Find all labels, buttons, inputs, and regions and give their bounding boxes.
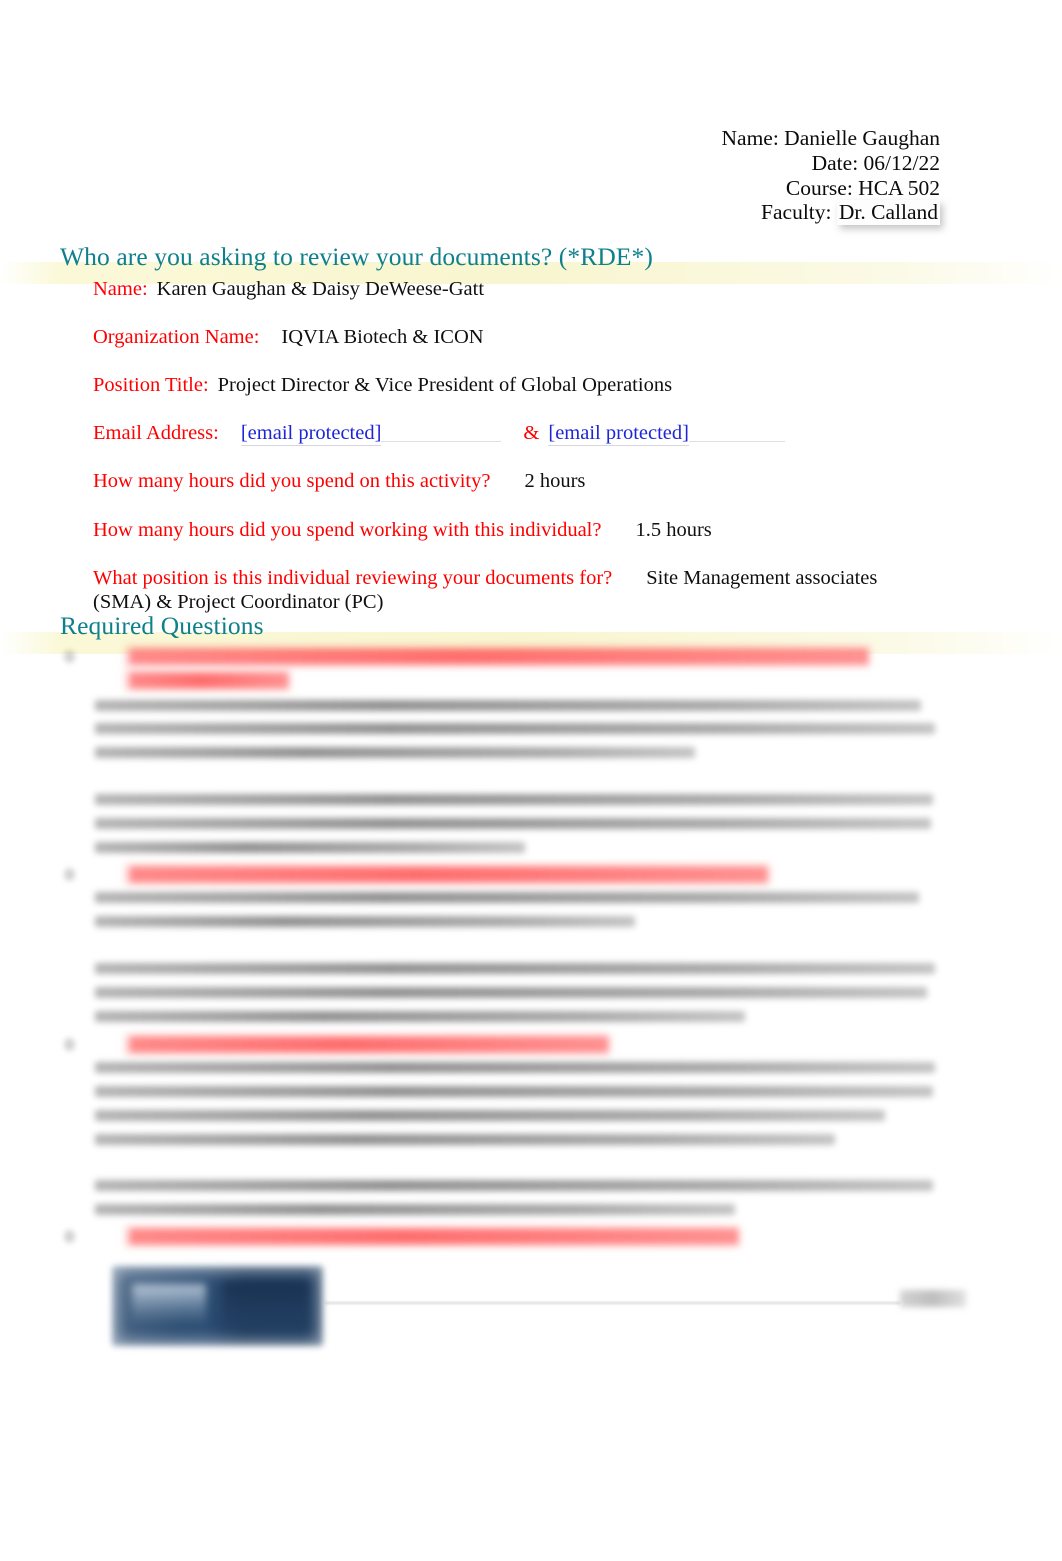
field-label-reviewing-position: What position is this individual reviewi… [93, 567, 613, 589]
answer-line [95, 916, 635, 927]
answer-line [95, 987, 927, 998]
section-heading-required: Required Questions [60, 611, 264, 640]
answer-line [95, 1086, 933, 1097]
email-link-secondary[interactable]: [email protected] [548, 422, 689, 446]
field-row-name: Name: Karen Gaughan & Daisy DeWeese-Gatt [93, 277, 484, 301]
email-conjunction: & [523, 422, 540, 444]
field-value-activity-hours: 2 hours [524, 470, 586, 492]
answer-line [95, 1110, 885, 1121]
list-marker-1 [64, 650, 75, 663]
answer-line [95, 1134, 835, 1145]
question-line-1a [130, 649, 868, 664]
answer-line [95, 723, 935, 734]
list-marker-4 [64, 1230, 75, 1243]
question-line-3 [130, 1037, 608, 1052]
section-heading-rde: Who are you asking to review your docume… [60, 242, 653, 271]
answer-line [95, 842, 525, 853]
field-value-individual-hours: 1.5 hours [635, 519, 712, 541]
logo-mark-icon [132, 1284, 206, 1326]
field-label-email: Email Address: [93, 422, 219, 444]
answer-line [95, 963, 935, 974]
field-label-name: Name: [93, 278, 148, 300]
field-value-reviewing-position: Site Management associates [646, 567, 878, 589]
answer-line [95, 747, 695, 758]
email-underline-secondary [688, 441, 785, 442]
page-number [900, 1290, 966, 1307]
document-page: Name: Danielle Gaughan Date: 06/12/22 Co… [0, 0, 1062, 1561]
field-label-individual-hours: How many hours did you spend working wit… [93, 519, 602, 541]
answer-line [95, 700, 921, 711]
answer-line [95, 794, 933, 805]
list-marker-3 [64, 1038, 75, 1051]
field-label-organization: Organization Name: [93, 326, 260, 348]
header-faculty-value: Dr. Calland [836, 200, 940, 226]
list-marker-2 [64, 868, 75, 881]
field-row-email: Email Address: [email protected] & [email p… [93, 421, 785, 446]
answer-line [95, 892, 919, 903]
question-line-2 [130, 867, 767, 882]
footer-divider [325, 1302, 900, 1304]
field-value-name: Karen Gaughan & Daisy DeWeese-Gatt [156, 278, 485, 300]
answer-line [95, 1062, 935, 1073]
institution-logo [112, 1266, 323, 1346]
email-underline-primary [381, 441, 502, 442]
field-value-position-title: Project Director & Vice President of Glo… [217, 374, 673, 396]
answer-line [95, 1180, 933, 1191]
answer-line [95, 1011, 745, 1022]
logo-wordmark [224, 1282, 308, 1330]
answer-line [95, 1204, 735, 1215]
field-value-organization: IQVIA Biotech & ICON [281, 326, 484, 348]
question-line-1b [130, 673, 288, 688]
header-date: Date: 06/12/22 [811, 150, 940, 175]
question-line-4 [130, 1229, 738, 1244]
header-faculty-label: Faculty: [761, 200, 837, 225]
field-row-activity-hours: How many hours did you spend on this act… [93, 469, 585, 493]
email-link-primary[interactable]: [email protected] [240, 422, 382, 446]
answer-line [95, 818, 931, 829]
document-header: Name: Danielle Gaughan Date: 06/12/22 Co… [721, 126, 941, 226]
field-row-reviewing-position: What position is this individual reviewi… [93, 566, 877, 590]
header-faculty: Faculty: Dr. Calland [722, 200, 940, 226]
field-label-position-title: Position Title: [93, 374, 209, 396]
field-row-individual-hours: How many hours did you spend working wit… [93, 518, 712, 542]
header-course: Course: HCA 502 [785, 175, 940, 200]
field-row-position-title: Position Title: Project Director & Vice P… [93, 373, 672, 397]
header-name: Name: Danielle Gaughan [721, 126, 941, 150]
field-row-organization: Organization Name: IQVIA Biotech & ICON [93, 325, 484, 349]
field-label-activity-hours: How many hours did you spend on this act… [93, 470, 491, 492]
